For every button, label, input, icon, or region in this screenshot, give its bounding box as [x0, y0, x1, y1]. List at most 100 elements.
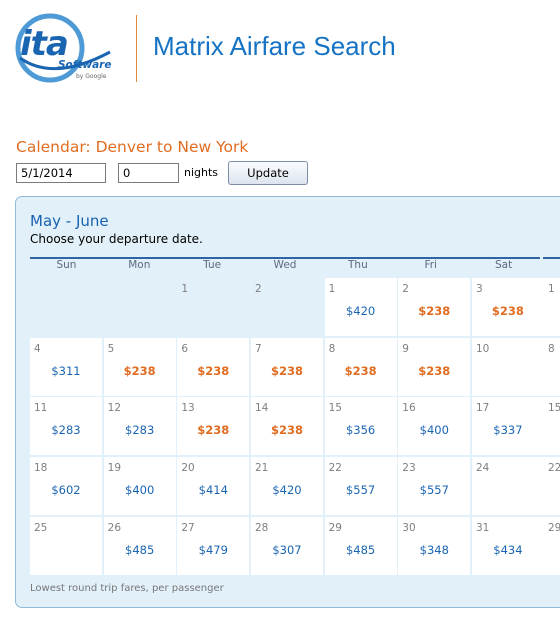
logo-text: ita [20, 24, 69, 64]
day-number: 30 [402, 521, 416, 534]
fare-link[interactable]: $283 [30, 423, 102, 437]
calendar-day-cell[interactable]: 16 $400 [398, 397, 471, 456]
calendar-day-cell[interactable]: 27 $479 [177, 516, 250, 575]
day-number: 15 [548, 402, 560, 415]
calendar-day-cell[interactable]: 17 $337 [471, 397, 544, 456]
calendar-day-cell[interactable]: 7 $238 [250, 337, 323, 396]
fare-link[interactable]: $420 [251, 483, 323, 497]
calendar-day-cell[interactable]: 1 $420 [324, 278, 397, 336]
fare-link[interactable]: $311 [30, 364, 102, 378]
day-number: 20 [181, 461, 195, 474]
calendar-day-cell[interactable]: 23 $557 [398, 456, 471, 515]
day-number: 1 [181, 283, 188, 295]
day-number: 17 [475, 402, 490, 415]
fare-link[interactable]: $238 [177, 423, 249, 437]
calendar-instructions: Choose your departure date. [30, 232, 203, 246]
fare-link[interactable]: $283 [104, 423, 176, 437]
departure-date-input[interactable] [16, 163, 106, 183]
calendar-day-cell[interactable]: 6 $238 [177, 337, 250, 396]
update-button[interactable]: Update [228, 161, 308, 185]
calendar-day-cell: 2 [250, 278, 323, 336]
fare-link[interactable]: $238 [251, 364, 323, 378]
calendar-heading: Calendar: Denver to New York [16, 138, 249, 156]
day-number: 2 [402, 283, 409, 295]
day-number: 28 [254, 521, 269, 534]
calendar-day-cell[interactable]: 13 $238 [177, 397, 250, 456]
calendar-day-cell[interactable]: 8 $238 [324, 337, 397, 396]
day-number: 1 [328, 283, 336, 295]
calendar-day-cell[interactable]: 30 $348 [398, 516, 471, 575]
fare-link[interactable]: $434 [472, 543, 544, 557]
fare-link[interactable]: $414 [177, 483, 249, 497]
day-number: 9 [402, 342, 409, 355]
day-number: 15 [328, 402, 342, 415]
calendar-day-cell[interactable]: 31 $434 [471, 516, 544, 575]
calendar-day-cell[interactable]: 12 $283 [103, 397, 176, 456]
day-number: 29 [328, 521, 342, 534]
calendar-day-cell[interactable]: 19 $400 [103, 456, 176, 515]
fare-link[interactable]: $238 [325, 364, 397, 378]
weekday-header: Sun Mon Tue Wed Thu Fri Sat [30, 257, 540, 272]
calendar-day-cell[interactable]: 14 $238 [250, 397, 323, 456]
next-month-day-cell: 8 [543, 337, 560, 396]
calendar-day-cell[interactable]: 2 $238 [398, 278, 471, 336]
fare-link[interactable]: $238 [104, 364, 176, 378]
fare-link[interactable]: $400 [104, 483, 176, 497]
fare-link[interactable]: $420 [325, 304, 397, 318]
calendar-day-cell[interactable]: 9 $238 [398, 337, 471, 396]
fare-link[interactable]: $602 [30, 483, 102, 497]
calendar-day-cell[interactable]: 26 $485 [103, 516, 176, 575]
fare-link[interactable]: $307 [251, 543, 323, 557]
fare-link[interactable]: $238 [177, 364, 249, 378]
app-title: Matrix Airfare Search [153, 31, 396, 61]
day-number: 5 [107, 342, 115, 355]
header-divider [136, 15, 137, 82]
day-number: 27 [181, 521, 195, 534]
calendar-day-cell[interactable]: 29 $485 [324, 516, 397, 575]
calendar-day-cell[interactable]: 15 $356 [324, 397, 397, 456]
next-month-day-cell: 29 [543, 516, 560, 575]
day-number: 13 [181, 402, 195, 415]
calendar-day-cell[interactable]: 4 $311 [30, 337, 102, 396]
calendar-day-cell[interactable]: 11 $283 [30, 397, 102, 456]
fare-link[interactable]: $485 [325, 543, 397, 557]
fare-link[interactable]: $485 [104, 543, 176, 557]
calendar-day-cell[interactable]: 22 $557 [324, 456, 397, 515]
fare-link[interactable]: $238 [472, 304, 544, 318]
fare-link[interactable]: $348 [398, 543, 470, 557]
next-month-header-rule [543, 257, 560, 272]
day-number: 4 [34, 342, 41, 355]
day-number: 23 [402, 461, 416, 474]
calendar-grid: 1 2 1 $420 2 $238 3 $238 4 $311 5 $238 6 $238 7 $238 8 $2… [30, 278, 544, 575]
fare-link[interactable]: $356 [325, 423, 397, 437]
day-number: 24 [475, 461, 490, 474]
fare-link[interactable]: $238 [398, 304, 470, 318]
calendar-day-cell[interactable]: 28 $307 [250, 516, 323, 575]
next-month-day-cell: 22 [543, 456, 560, 515]
fare-link[interactable]: $337 [472, 423, 544, 437]
fare-link[interactable]: $238 [398, 364, 470, 378]
fare-link[interactable]: $557 [325, 483, 397, 497]
calendar-day-cell[interactable]: 20 $414 [177, 456, 250, 515]
fare-link[interactable]: $479 [177, 543, 249, 557]
fare-link[interactable]: $238 [251, 423, 323, 437]
day-number: 11 [34, 402, 48, 415]
next-month-day-cell: 15 [543, 397, 560, 456]
day-number: 21 [254, 461, 269, 474]
calendar-day-cell[interactable]: 3 $238 [471, 278, 544, 336]
calendar-day-cell[interactable]: 21 $420 [250, 456, 323, 515]
calendar-day-cell[interactable]: 18 $602 [30, 456, 102, 515]
calendar-day-cell [103, 278, 176, 336]
day-number: 8 [328, 342, 336, 355]
day-number: 25 [34, 521, 48, 534]
fare-footnote: Lowest round trip fares, per passenger [30, 583, 224, 594]
calendar-day-cell: 10 [471, 337, 544, 396]
calendar-day-cell: 1 [177, 278, 250, 336]
calendar-day-cell[interactable]: 5 $238 [103, 337, 176, 396]
fare-link[interactable]: $400 [398, 423, 470, 437]
fare-link[interactable]: $557 [398, 483, 470, 497]
weekday-mon: Mon [128, 259, 151, 271]
day-number: 6 [181, 342, 188, 355]
nights-input[interactable] [118, 163, 179, 183]
day-number: 7 [254, 342, 262, 355]
